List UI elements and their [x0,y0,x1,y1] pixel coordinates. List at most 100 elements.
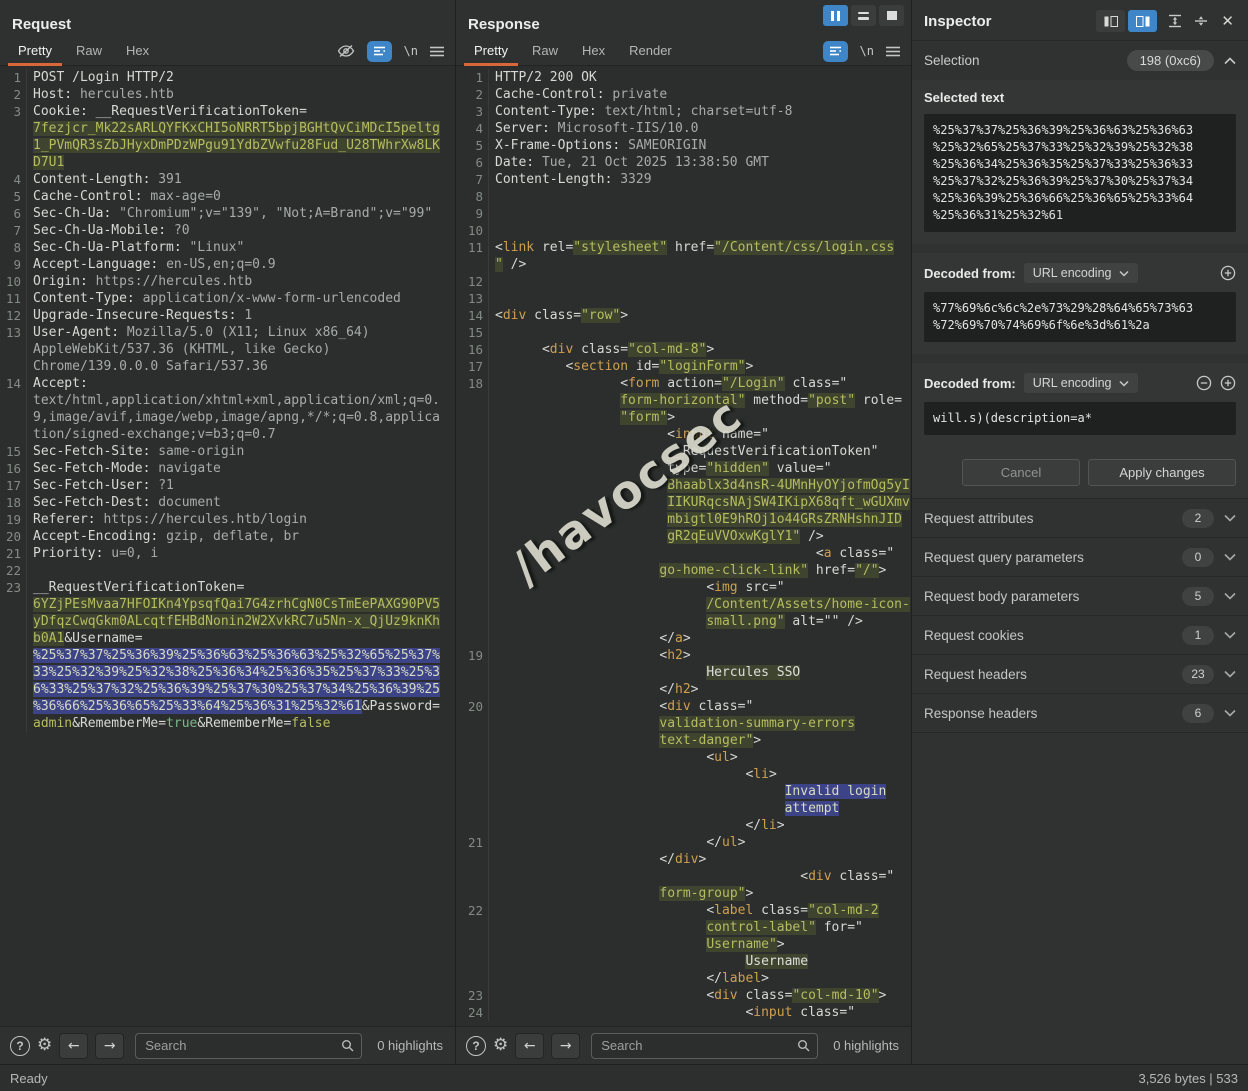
columns-layout-button[interactable] [823,5,848,26]
editor-menu-icon[interactable] [886,46,900,57]
line-number [456,579,489,596]
line-number [456,732,489,749]
chevron-down-icon[interactable] [1224,670,1236,678]
prev-match-button[interactable]: ← [59,1033,88,1059]
accordion-request-attributes[interactable]: Request attributes2 [912,498,1248,537]
tab-pretty[interactable]: Pretty [6,38,64,65]
inspector-header: Inspector ✕ [912,0,1248,40]
remove-decode-step-icon[interactable] [1196,375,1212,391]
code-line: 2Host: hercules.htb [0,86,455,103]
editor-menu-icon[interactable] [430,46,444,57]
status-ready: Ready [10,1071,48,1086]
code-line: 15Sec-Fetch-Site: same-origin [0,443,455,460]
prev-match-button[interactable]: ← [515,1033,544,1059]
selected-text-value[interactable]: %25%37%37%25%36%39%25%36%63%25%36%63 %25… [924,114,1236,232]
code-line: 15 [456,324,911,341]
tab-hex[interactable]: Hex [570,38,617,65]
close-icon[interactable]: ✕ [1219,12,1236,30]
cancel-button[interactable]: Cancel [962,459,1080,486]
request-findbar: ? ⚙ ← → 0 highlights [0,1026,455,1064]
code-line: Username [456,953,911,970]
code-line: Username"> [456,936,911,953]
apply-changes-button[interactable]: Apply changes [1088,459,1236,486]
accordion-request-query-parameters[interactable]: Request query parameters0 [912,537,1248,576]
response-editor[interactable]: /havocsec 1HTTP/2 200 OK2Cache-Control: … [456,66,911,1026]
settings-gear-icon[interactable]: ⚙ [493,1037,508,1054]
search-icon [797,1039,810,1052]
line-number: 19 [0,511,27,528]
add-decode-step-icon[interactable] [1220,265,1236,281]
code-line: __RequestVerificationToken" [456,443,911,460]
response-search [591,1033,818,1059]
accordion-request-headers[interactable]: Request headers23 [912,654,1248,693]
request-search-input[interactable] [136,1038,361,1053]
help-icon[interactable]: ? [466,1036,486,1056]
prettify-icon[interactable] [367,41,392,62]
line-number [0,154,27,171]
tab-raw[interactable]: Raw [64,38,114,65]
request-editor[interactable]: 1POST /Login HTTP/22Host: hercules.htb3C… [0,66,455,1026]
line-number: 18 [0,494,27,511]
dock-left-button[interactable] [1096,10,1125,32]
encoding-dropdown[interactable]: URL encoding [1024,373,1138,393]
request-title: Request [0,0,455,37]
encoding-dropdown[interactable]: URL encoding [1024,263,1138,283]
tab-hex[interactable]: Hex [114,38,161,65]
selection-section-header[interactable]: Selection 198 (0xc6) [912,40,1248,80]
code-line: %36%66%25%36%65%25%33%64%25%36%31%25%32%… [0,698,455,715]
code-line: 11<link rel="stylesheet" href="/Content/… [456,239,911,256]
code-line: b0A1&Username= [0,630,455,647]
tab-raw[interactable]: Raw [520,38,570,65]
code-line: "form"> [456,409,911,426]
request-tabs: PrettyRawHex [6,38,161,65]
tab-pretty[interactable]: Pretty [462,38,520,65]
accordion-request-body-parameters[interactable]: Request body parameters5 [912,576,1248,615]
decoded-value-2[interactable]: will.s)(description=a* [924,402,1236,435]
expand-all-icon[interactable] [1167,14,1183,28]
dock-right-button[interactable] [1128,10,1157,32]
code-line: AppleWebKit/537.36 (KHTML, like Gecko) [0,341,455,358]
line-number [0,120,27,137]
next-match-button[interactable]: → [551,1033,580,1059]
line-number: 13 [456,290,489,307]
tab-render[interactable]: Render [617,38,684,65]
response-tabbar: PrettyRawHexRender \n [456,37,911,66]
code-line: 11Content-Type: application/x-www-form-u… [0,290,455,307]
add-decode-step-icon[interactable] [1220,375,1236,391]
chevron-down-icon[interactable] [1224,553,1236,561]
code-line: 20 <div class=" [456,698,911,715]
show-newlines-icon[interactable]: \n [404,44,418,58]
chevron-down-icon[interactable] [1224,592,1236,600]
show-newlines-icon[interactable]: \n [860,44,874,58]
line-number: 9 [0,256,27,273]
line-number [456,851,489,868]
hide-eye-icon[interactable] [337,44,355,58]
rows-layout-button[interactable] [851,5,876,26]
accordion-response-headers[interactable]: Response headers6 [912,693,1248,732]
line-number: 11 [456,239,489,256]
next-match-button[interactable]: → [95,1033,124,1059]
line-number [456,545,489,562]
code-line: 10Origin: https://hercules.htb [0,273,455,290]
line-number: 18 [456,375,489,392]
code-line: text/html,application/xhtml+xml,applicat… [0,392,455,409]
chevron-down-icon[interactable] [1224,709,1236,717]
chevron-down-icon[interactable] [1224,514,1236,522]
chevron-down-icon[interactable] [1224,631,1236,639]
line-number: 2 [456,86,489,103]
line-number: 1 [456,69,489,86]
decoded-value-1[interactable]: %77%69%6c%6c%2e%73%29%28%64%65%73%63 %72… [924,292,1236,342]
code-line: 14Accept: [0,375,455,392]
response-search-input[interactable] [592,1038,817,1053]
accordion-label: Request query parameters [924,550,1084,565]
settings-gear-icon[interactable]: ⚙ [37,1037,52,1054]
line-number [0,613,27,630]
accordion-request-cookies[interactable]: Request cookies1 [912,615,1248,654]
chevron-up-icon[interactable] [1224,57,1236,65]
collapse-all-icon[interactable] [1193,14,1209,28]
prettify-icon[interactable] [823,41,848,62]
single-layout-button[interactable] [879,5,904,26]
status-bytes: 3,526 bytes | 533 [1138,1071,1238,1086]
help-icon[interactable]: ? [10,1036,30,1056]
line-number [0,426,27,443]
